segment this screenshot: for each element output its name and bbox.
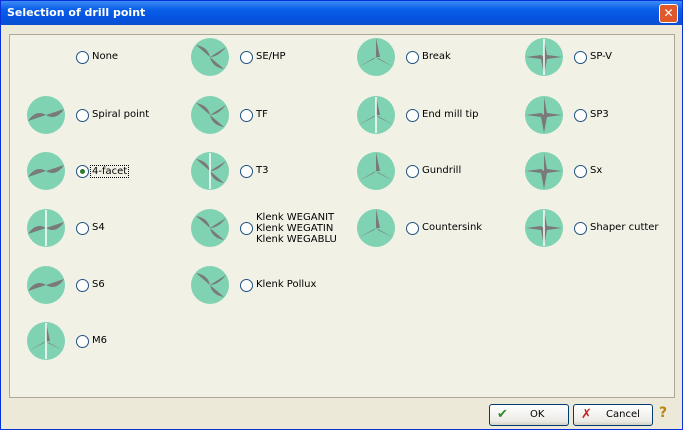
option-radio[interactable] bbox=[406, 222, 419, 235]
option-label[interactable]: Gundrill bbox=[422, 165, 461, 176]
option-label[interactable]: 4-facet bbox=[90, 165, 130, 178]
option-label[interactable]: Countersink bbox=[422, 222, 482, 233]
option-radio[interactable] bbox=[76, 222, 89, 235]
s6-drill-icon[interactable] bbox=[26, 265, 66, 305]
option-label[interactable]: None bbox=[92, 51, 118, 62]
option-label[interactable]: Sx bbox=[590, 165, 602, 176]
t3-drill-icon[interactable] bbox=[190, 151, 230, 191]
close-button[interactable]: ✕ bbox=[659, 4, 678, 23]
ok-label: OK bbox=[530, 409, 545, 420]
cancel-x-icon: ✗ bbox=[581, 407, 592, 422]
option-radio[interactable] bbox=[574, 51, 587, 64]
tf-drill-icon[interactable] bbox=[190, 95, 230, 135]
option-radio[interactable] bbox=[240, 165, 253, 178]
cancel-label: Cancel bbox=[606, 409, 640, 420]
option-label[interactable]: S4 bbox=[92, 222, 105, 233]
option-label[interactable]: Klenk WEGANIT Klenk WEGATIN Klenk WEGABL… bbox=[256, 212, 337, 245]
title-bar: Selection of drill point ✕ bbox=[1, 1, 682, 25]
option-radio[interactable] bbox=[406, 51, 419, 64]
ok-button[interactable]: ✔ OK bbox=[489, 404, 569, 426]
option-label[interactable]: M6 bbox=[92, 335, 107, 346]
option-label[interactable]: T3 bbox=[256, 165, 268, 176]
option-radio[interactable] bbox=[406, 109, 419, 122]
sp3-drill-icon[interactable] bbox=[524, 95, 564, 135]
se-hp-drill-icon[interactable] bbox=[190, 37, 230, 77]
gundrill-drill-icon[interactable] bbox=[356, 151, 396, 191]
option-label[interactable]: Spiral point bbox=[92, 109, 149, 120]
option-radio[interactable] bbox=[76, 279, 89, 292]
four-facet-drill-icon[interactable] bbox=[26, 151, 66, 191]
sp-v-drill-icon[interactable] bbox=[524, 37, 564, 77]
option-label[interactable]: Shaper cutter bbox=[590, 222, 659, 233]
klenk-wega-drill-icon[interactable] bbox=[190, 208, 230, 248]
cancel-button[interactable]: ✗ Cancel bbox=[573, 404, 653, 426]
option-radio[interactable] bbox=[574, 222, 587, 235]
option-radio[interactable] bbox=[76, 335, 89, 348]
break-drill-icon[interactable] bbox=[356, 37, 396, 77]
klenk-pollux-drill-icon[interactable] bbox=[190, 265, 230, 305]
option-label[interactable]: TF bbox=[256, 109, 268, 120]
option-label[interactable]: SP3 bbox=[590, 109, 609, 120]
option-label[interactable]: SP-V bbox=[590, 51, 612, 62]
option-radio[interactable] bbox=[76, 165, 89, 178]
option-radio[interactable] bbox=[76, 109, 89, 122]
option-radio[interactable] bbox=[240, 222, 253, 235]
options-panel bbox=[9, 34, 675, 398]
option-radio[interactable] bbox=[240, 51, 253, 64]
s4-drill-icon[interactable] bbox=[26, 208, 66, 248]
m6-drill-icon[interactable] bbox=[26, 321, 66, 361]
option-radio[interactable] bbox=[76, 51, 89, 64]
shaper-cutter-icon[interactable] bbox=[524, 208, 564, 248]
option-label[interactable]: End mill tip bbox=[422, 109, 478, 120]
option-radio[interactable] bbox=[406, 165, 419, 178]
dialog-title: Selection of drill point bbox=[7, 6, 146, 19]
option-label[interactable]: Break bbox=[422, 51, 451, 62]
option-label[interactable]: SE/HP bbox=[256, 51, 286, 62]
check-icon: ✔ bbox=[497, 407, 508, 422]
option-label[interactable]: Klenk Pollux bbox=[256, 279, 316, 290]
option-label[interactable]: S6 bbox=[92, 279, 105, 290]
countersink-drill-icon[interactable] bbox=[356, 208, 396, 248]
drill-point-dialog: Selection of drill point ✕ bbox=[0, 0, 683, 430]
help-icon[interactable]: ? bbox=[659, 405, 667, 421]
option-radio[interactable] bbox=[240, 109, 253, 122]
end-mill-tip-drill-icon[interactable] bbox=[356, 95, 396, 135]
sx-drill-icon[interactable] bbox=[524, 151, 564, 191]
option-radio[interactable] bbox=[574, 109, 587, 122]
option-radio[interactable] bbox=[240, 279, 253, 292]
spiral-point-drill-icon[interactable] bbox=[26, 95, 66, 135]
option-radio[interactable] bbox=[574, 165, 587, 178]
